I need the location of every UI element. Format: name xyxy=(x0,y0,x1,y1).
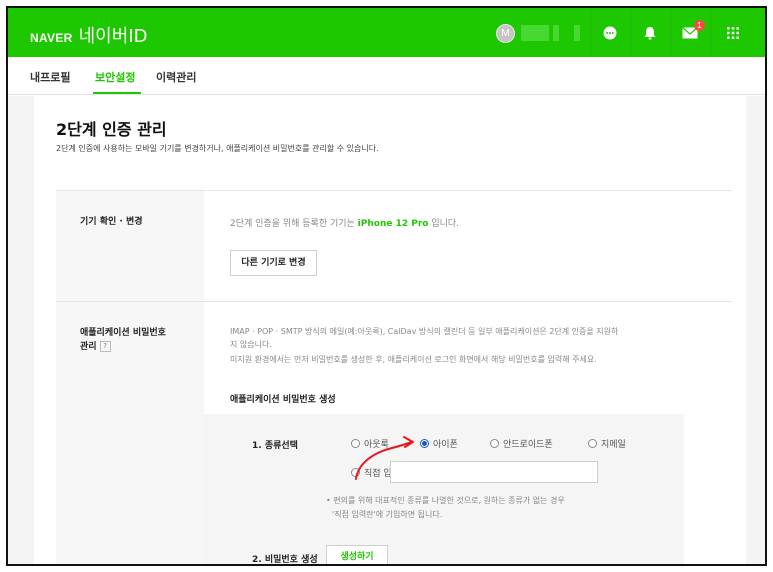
mail-badge: 1 xyxy=(694,20,705,31)
username-redacted xyxy=(553,25,559,41)
naver-logo[interactable]: NAVER 네이버ID xyxy=(30,22,147,48)
bell-icon[interactable] xyxy=(630,8,670,57)
tab-history[interactable]: 이력관리 xyxy=(156,69,196,85)
tab-bar: 내프로필 보안설정 이력관리 xyxy=(8,57,765,95)
apps-grid-icon[interactable] xyxy=(713,8,753,57)
main-content: 2단계 인증 관리 2단계 인증에 사용하는 모바일 기기를 변경하거나, 애플… xyxy=(8,96,765,564)
tab-my-profile[interactable]: 내프로필 xyxy=(30,69,70,85)
top-header: NAVER 네이버ID M 1 xyxy=(8,8,765,57)
site-title: 네이버ID xyxy=(78,26,148,47)
screenshot-frame: NAVER 네이버ID M 1 내프로필 보안설정 이력관리 2단계 인증 관리… xyxy=(6,6,767,566)
tab-security-settings[interactable]: 보안설정 xyxy=(95,69,135,85)
mail-icon[interactable] xyxy=(670,8,710,57)
active-tab-indicator xyxy=(93,92,141,94)
header-divider xyxy=(710,8,711,57)
avatar[interactable]: M xyxy=(496,24,515,43)
username-redacted xyxy=(574,25,580,41)
brand-label: NAVER xyxy=(30,31,73,45)
red-annotation-arrow-icon xyxy=(355,436,414,480)
username-redacted xyxy=(521,25,549,41)
talk-icon[interactable] xyxy=(590,8,630,57)
